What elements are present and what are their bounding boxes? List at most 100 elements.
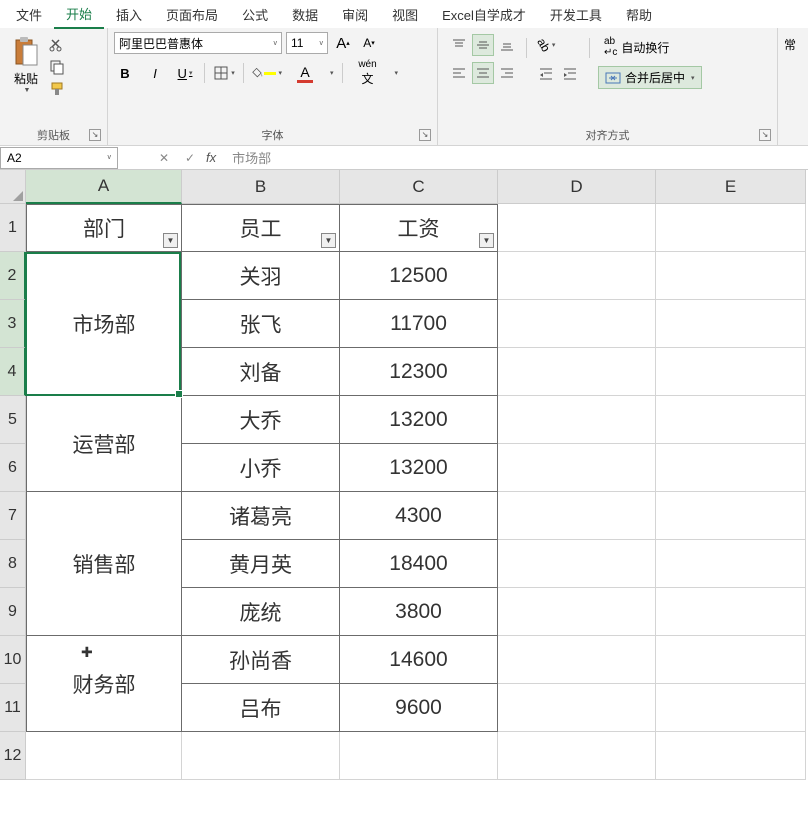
- cell-E9[interactable]: [656, 588, 806, 636]
- cell-B9[interactable]: 庞统: [182, 588, 340, 636]
- align-top-button[interactable]: [448, 34, 470, 56]
- cell-B10[interactable]: 孙尚香: [182, 636, 340, 684]
- cell-A12[interactable]: [26, 732, 182, 780]
- copy-button[interactable]: [48, 58, 66, 76]
- menu-dev[interactable]: 开发工具: [538, 1, 614, 28]
- cell-C2[interactable]: 12500: [340, 252, 498, 300]
- wrap-text-button[interactable]: ab↵c 自动换行: [598, 34, 702, 60]
- filter-arrow-C[interactable]: ▼: [479, 233, 494, 248]
- italic-button[interactable]: I: [144, 62, 166, 84]
- cell-C12[interactable]: [340, 732, 498, 780]
- cell-D11[interactable]: [498, 684, 656, 732]
- cell-B12[interactable]: [182, 732, 340, 780]
- cell-B6[interactable]: 小乔: [182, 444, 340, 492]
- menu-selfstudy[interactable]: Excel自学成才: [430, 1, 538, 28]
- merge-center-button[interactable]: 合并后居中 ▾: [598, 66, 702, 89]
- row-header-1[interactable]: 1: [0, 204, 26, 252]
- cell-C10[interactable]: 14600: [340, 636, 498, 684]
- cell-D9[interactable]: [498, 588, 656, 636]
- row-header-6[interactable]: 6: [0, 444, 26, 492]
- bold-button[interactable]: B: [114, 62, 136, 84]
- cell-B2[interactable]: 关羽: [182, 252, 340, 300]
- row-header-11[interactable]: 11: [0, 684, 26, 732]
- cell-B8[interactable]: 黄月英: [182, 540, 340, 588]
- paste-button[interactable]: 粘贴 ▼: [6, 32, 46, 98]
- menu-data[interactable]: 数据: [280, 1, 330, 28]
- row-header-5[interactable]: 5: [0, 396, 26, 444]
- menu-home[interactable]: 开始: [54, 0, 104, 29]
- cell-B7[interactable]: 诸葛亮: [182, 492, 340, 540]
- cell-D3[interactable]: [498, 300, 656, 348]
- formula-enter-button[interactable]: ✓: [182, 151, 198, 165]
- cell-E7[interactable]: [656, 492, 806, 540]
- row-header-4[interactable]: 4: [0, 348, 26, 396]
- cell-D12[interactable]: [498, 732, 656, 780]
- col-header-C[interactable]: C: [340, 170, 498, 204]
- filter-arrow-B[interactable]: ▼: [321, 233, 336, 248]
- cell-D5[interactable]: [498, 396, 656, 444]
- row-header-3[interactable]: 3: [0, 300, 26, 348]
- cell-E1[interactable]: [656, 204, 806, 252]
- align-bottom-button[interactable]: [496, 34, 518, 56]
- cell-E6[interactable]: [656, 444, 806, 492]
- menu-formula[interactable]: 公式: [230, 1, 280, 28]
- cell-E8[interactable]: [656, 540, 806, 588]
- menu-view[interactable]: 视图: [380, 1, 430, 28]
- cell-E11[interactable]: [656, 684, 806, 732]
- menu-help[interactable]: 帮助: [614, 1, 664, 28]
- row-header-8[interactable]: 8: [0, 540, 26, 588]
- row-header-2[interactable]: 2: [0, 252, 26, 300]
- cell-A7-merged[interactable]: [26, 492, 182, 540]
- cell-E4[interactable]: [656, 348, 806, 396]
- align-center-button[interactable]: [472, 62, 494, 84]
- underline-button[interactable]: U▾: [174, 62, 196, 84]
- cell-B3[interactable]: 张飞: [182, 300, 340, 348]
- phonetic-button[interactable]: wén文: [351, 62, 385, 84]
- col-header-A[interactable]: A: [26, 170, 182, 204]
- cell-A2-merged[interactable]: [26, 252, 182, 300]
- formula-input[interactable]: [226, 148, 808, 167]
- row-header-10[interactable]: 10: [0, 636, 26, 684]
- menu-insert[interactable]: 插入: [104, 1, 154, 28]
- cell-A11-merged[interactable]: 财务部: [26, 684, 182, 732]
- cell-C5[interactable]: 13200: [340, 396, 498, 444]
- cell-C1[interactable]: 工资 ▼: [340, 204, 498, 252]
- font-size-select[interactable]: 11v: [286, 32, 328, 54]
- font-launcher[interactable]: ↘: [419, 129, 431, 141]
- col-header-D[interactable]: D: [498, 170, 656, 204]
- row-header-7[interactable]: 7: [0, 492, 26, 540]
- cell-A4-merged[interactable]: [26, 348, 182, 396]
- select-all-corner[interactable]: [0, 170, 26, 204]
- grow-font-button[interactable]: A▴: [332, 32, 354, 54]
- decrease-indent-button[interactable]: [535, 62, 557, 84]
- align-right-button[interactable]: [496, 62, 518, 84]
- fx-icon[interactable]: fx: [206, 150, 226, 165]
- cell-E10[interactable]: [656, 636, 806, 684]
- cell-D7[interactable]: [498, 492, 656, 540]
- cell-E2[interactable]: [656, 252, 806, 300]
- col-header-B[interactable]: B: [182, 170, 340, 204]
- menu-review[interactable]: 审阅: [330, 1, 380, 28]
- cut-button[interactable]: [48, 36, 66, 54]
- cell-B11[interactable]: 吕布: [182, 684, 340, 732]
- cell-C3[interactable]: 11700: [340, 300, 498, 348]
- cell-D4[interactable]: [498, 348, 656, 396]
- cell-D10[interactable]: [498, 636, 656, 684]
- row-header-9[interactable]: 9: [0, 588, 26, 636]
- cell-A6-merged[interactable]: 运营部: [26, 444, 182, 492]
- cell-A3-merged[interactable]: 市场部: [26, 300, 182, 348]
- cell-A1[interactable]: 部门 ▼: [26, 204, 182, 252]
- menu-file[interactable]: 文件: [4, 1, 54, 28]
- cell-C9[interactable]: 3800: [340, 588, 498, 636]
- orientation-button[interactable]: ab▾: [535, 34, 557, 56]
- cell-A8-merged[interactable]: 销售部: [26, 540, 182, 588]
- font-name-select[interactable]: 阿里巴巴普惠体v: [114, 32, 282, 54]
- cell-D6[interactable]: [498, 444, 656, 492]
- cell-B5[interactable]: 大乔: [182, 396, 340, 444]
- cell-B4[interactable]: 刘备: [182, 348, 340, 396]
- font-color-button[interactable]: A: [290, 62, 320, 84]
- align-middle-button[interactable]: [472, 34, 494, 56]
- cell-A9-merged[interactable]: [26, 588, 182, 636]
- shrink-font-button[interactable]: A▾: [358, 32, 380, 54]
- cell-C11[interactable]: 9600: [340, 684, 498, 732]
